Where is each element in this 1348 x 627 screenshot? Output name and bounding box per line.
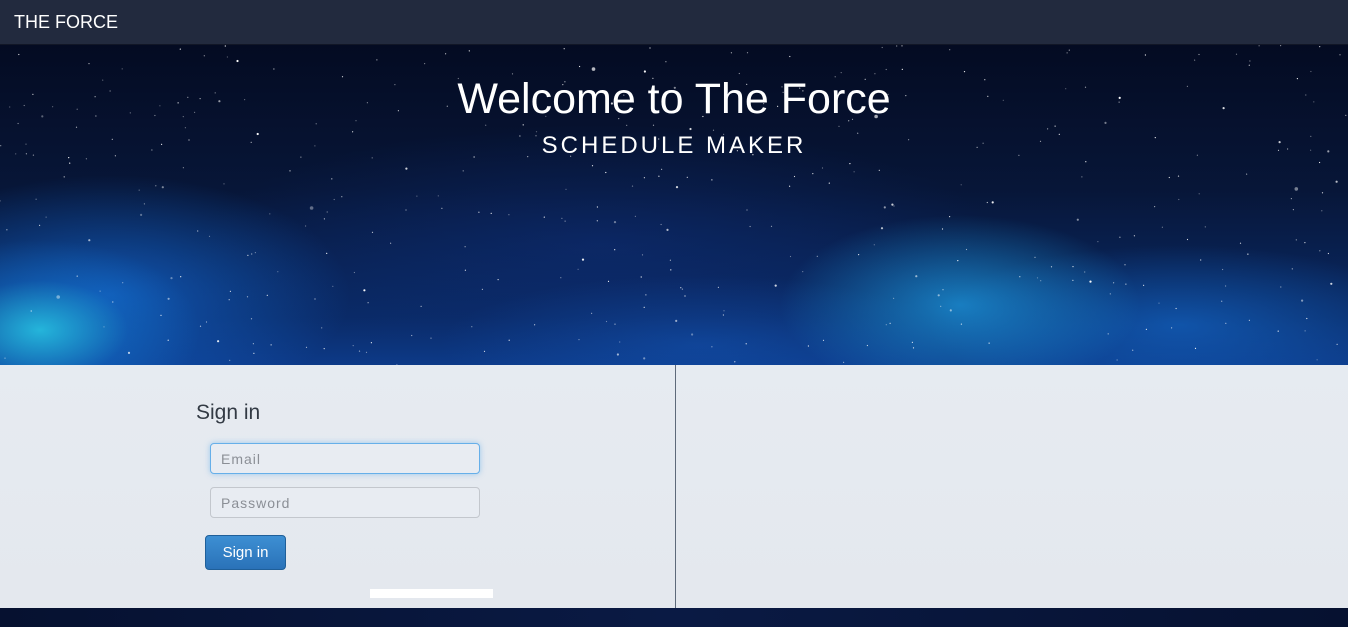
password-field[interactable]	[210, 487, 480, 518]
blank-bar	[370, 589, 493, 598]
signin-panel: Sign in Sign in	[0, 365, 1348, 608]
brand-link[interactable]: THE FORCE	[14, 12, 118, 32]
panel-divider	[675, 365, 676, 608]
email-field[interactable]	[210, 443, 480, 474]
signin-heading: Sign in	[196, 401, 261, 424]
top-navbar: THE FORCE	[0, 0, 1348, 45]
hero-banner: Welcome to The Force SCHEDULE MAKER	[0, 45, 1348, 365]
hero-subtitle: SCHEDULE MAKER	[541, 132, 807, 159]
bottom-background-strip	[0, 608, 1348, 627]
signin-button[interactable]: Sign in	[205, 535, 286, 570]
hero-title: Welcome to The Force	[457, 75, 891, 123]
